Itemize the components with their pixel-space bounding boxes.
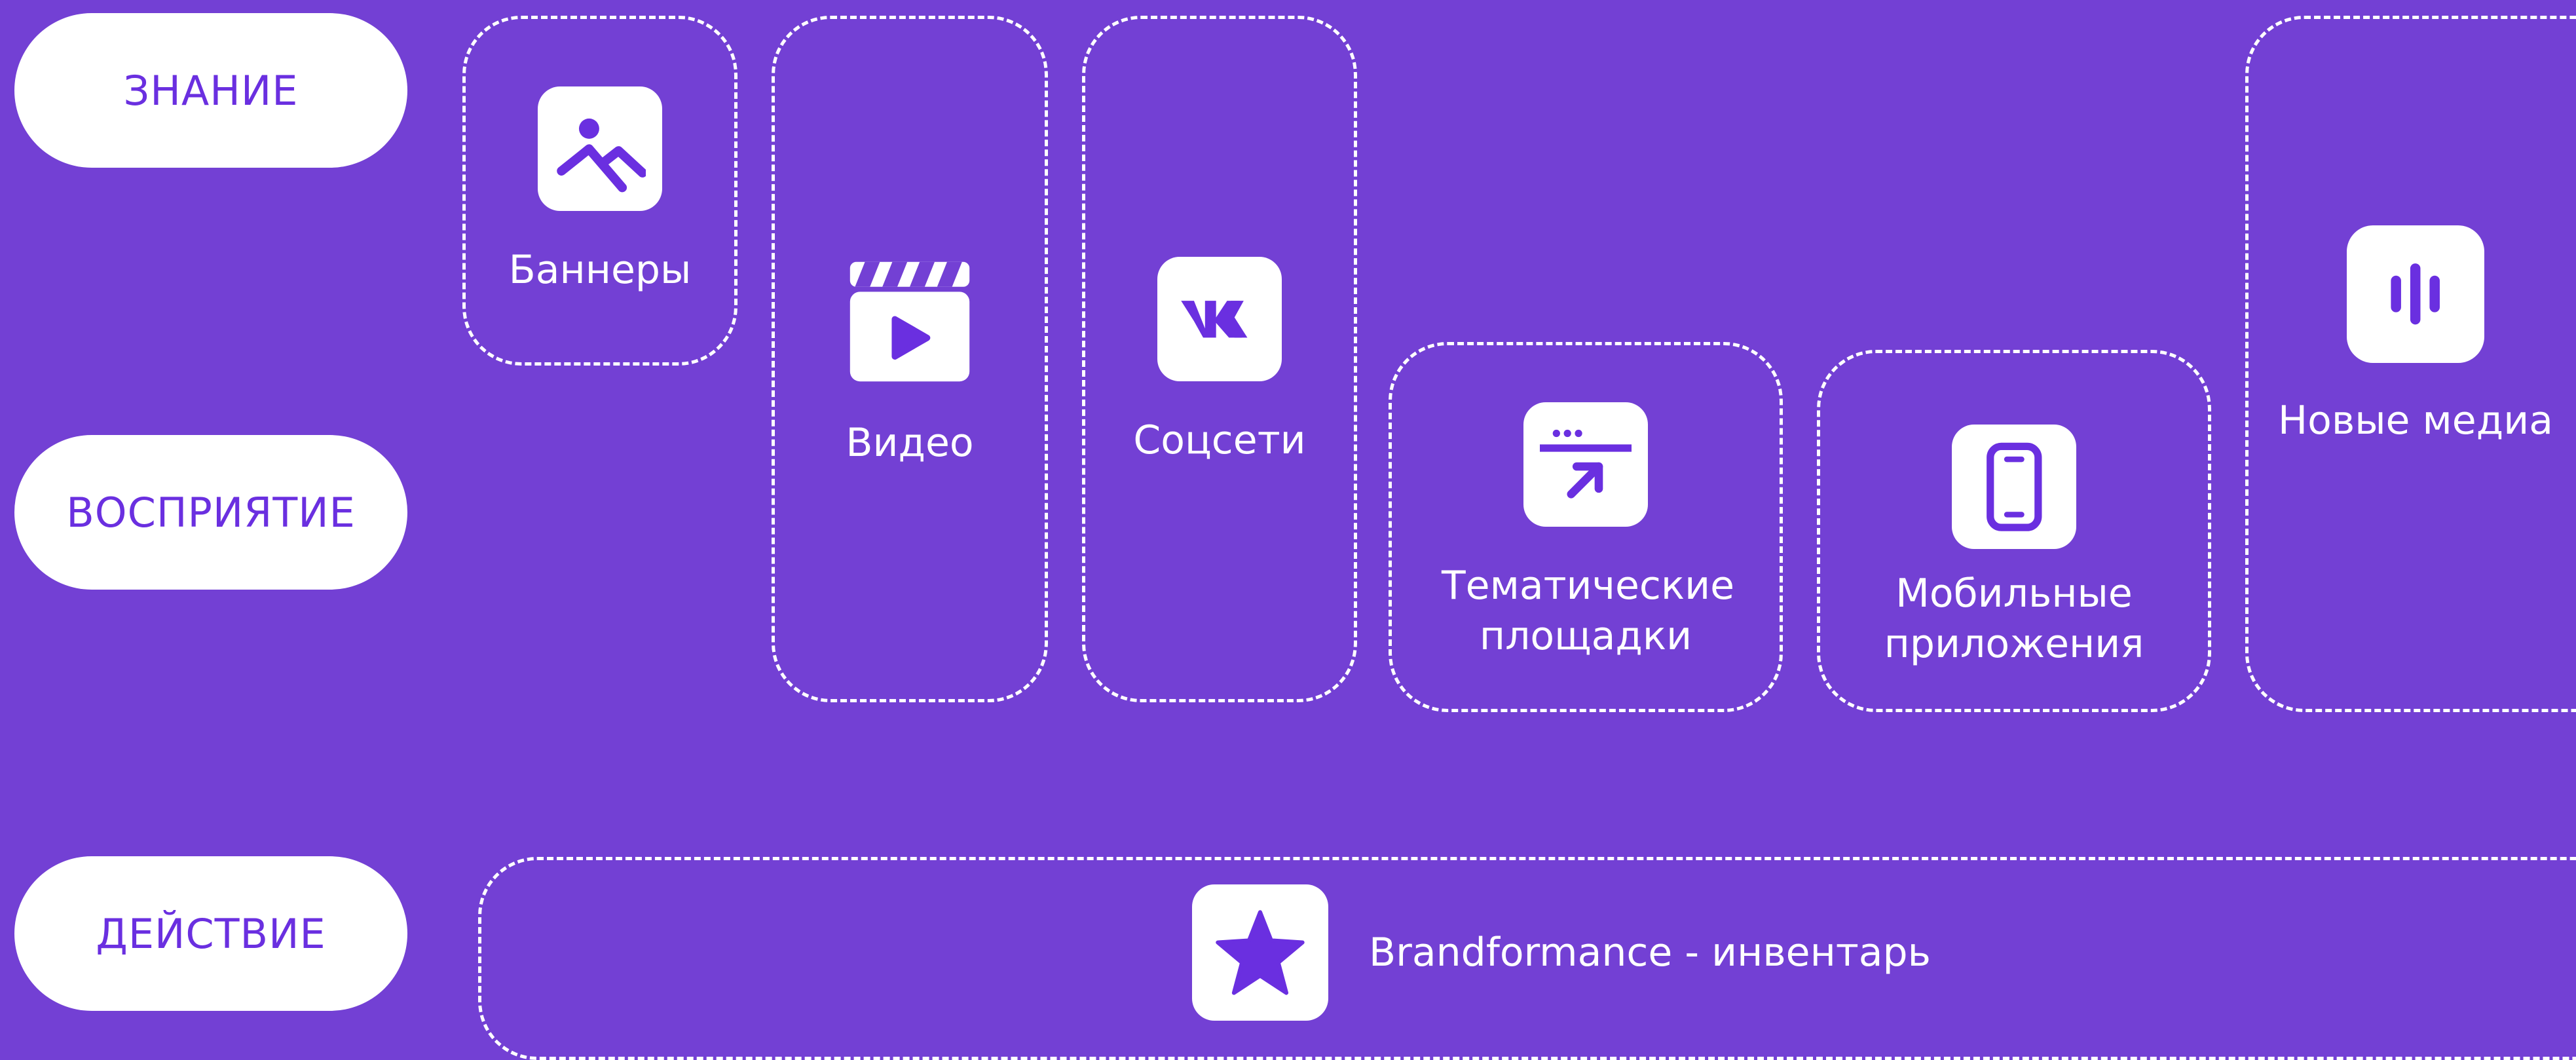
- star-icon: [1192, 884, 1328, 1021]
- vk-icon: [1157, 257, 1282, 381]
- thematic-card: Тематические площадки: [1389, 402, 1783, 662]
- brandformance-card: Brandformance - инвентарь: [1192, 884, 1931, 1021]
- smartphone-icon: [1952, 425, 2076, 549]
- video-label: Видео: [846, 420, 974, 466]
- banners-card: Баннеры: [462, 86, 737, 295]
- stage-action: ДЕЙСТВИЕ: [14, 856, 407, 1011]
- browser-window-arrow-icon: [1523, 402, 1648, 527]
- video-clapper-icon: [848, 259, 972, 384]
- social-card: Соцсети: [1082, 257, 1357, 466]
- newmedia-card: Новые медиа: [2245, 225, 2576, 446]
- image-icon: [538, 86, 662, 211]
- social-label: Соцсети: [1133, 417, 1306, 463]
- banners-label: Баннеры: [508, 247, 692, 293]
- video-card: Видео: [772, 259, 1048, 468]
- audio-wave-icon: [2347, 225, 2484, 363]
- brandformance-label: Brandformance - инвентарь: [1369, 930, 1931, 975]
- mobile-label: Мобильные приложения: [1884, 571, 2144, 667]
- stage-perception: ВОСПРИЯТИЕ: [14, 435, 407, 590]
- thematic-label: Тематические площадки: [1442, 563, 1735, 659]
- stage-awareness: ЗНАНИЕ: [14, 13, 407, 168]
- newmedia-label: Новые медиа: [2278, 398, 2553, 444]
- mobile-card: Мобильные приложения: [1817, 425, 2211, 670]
